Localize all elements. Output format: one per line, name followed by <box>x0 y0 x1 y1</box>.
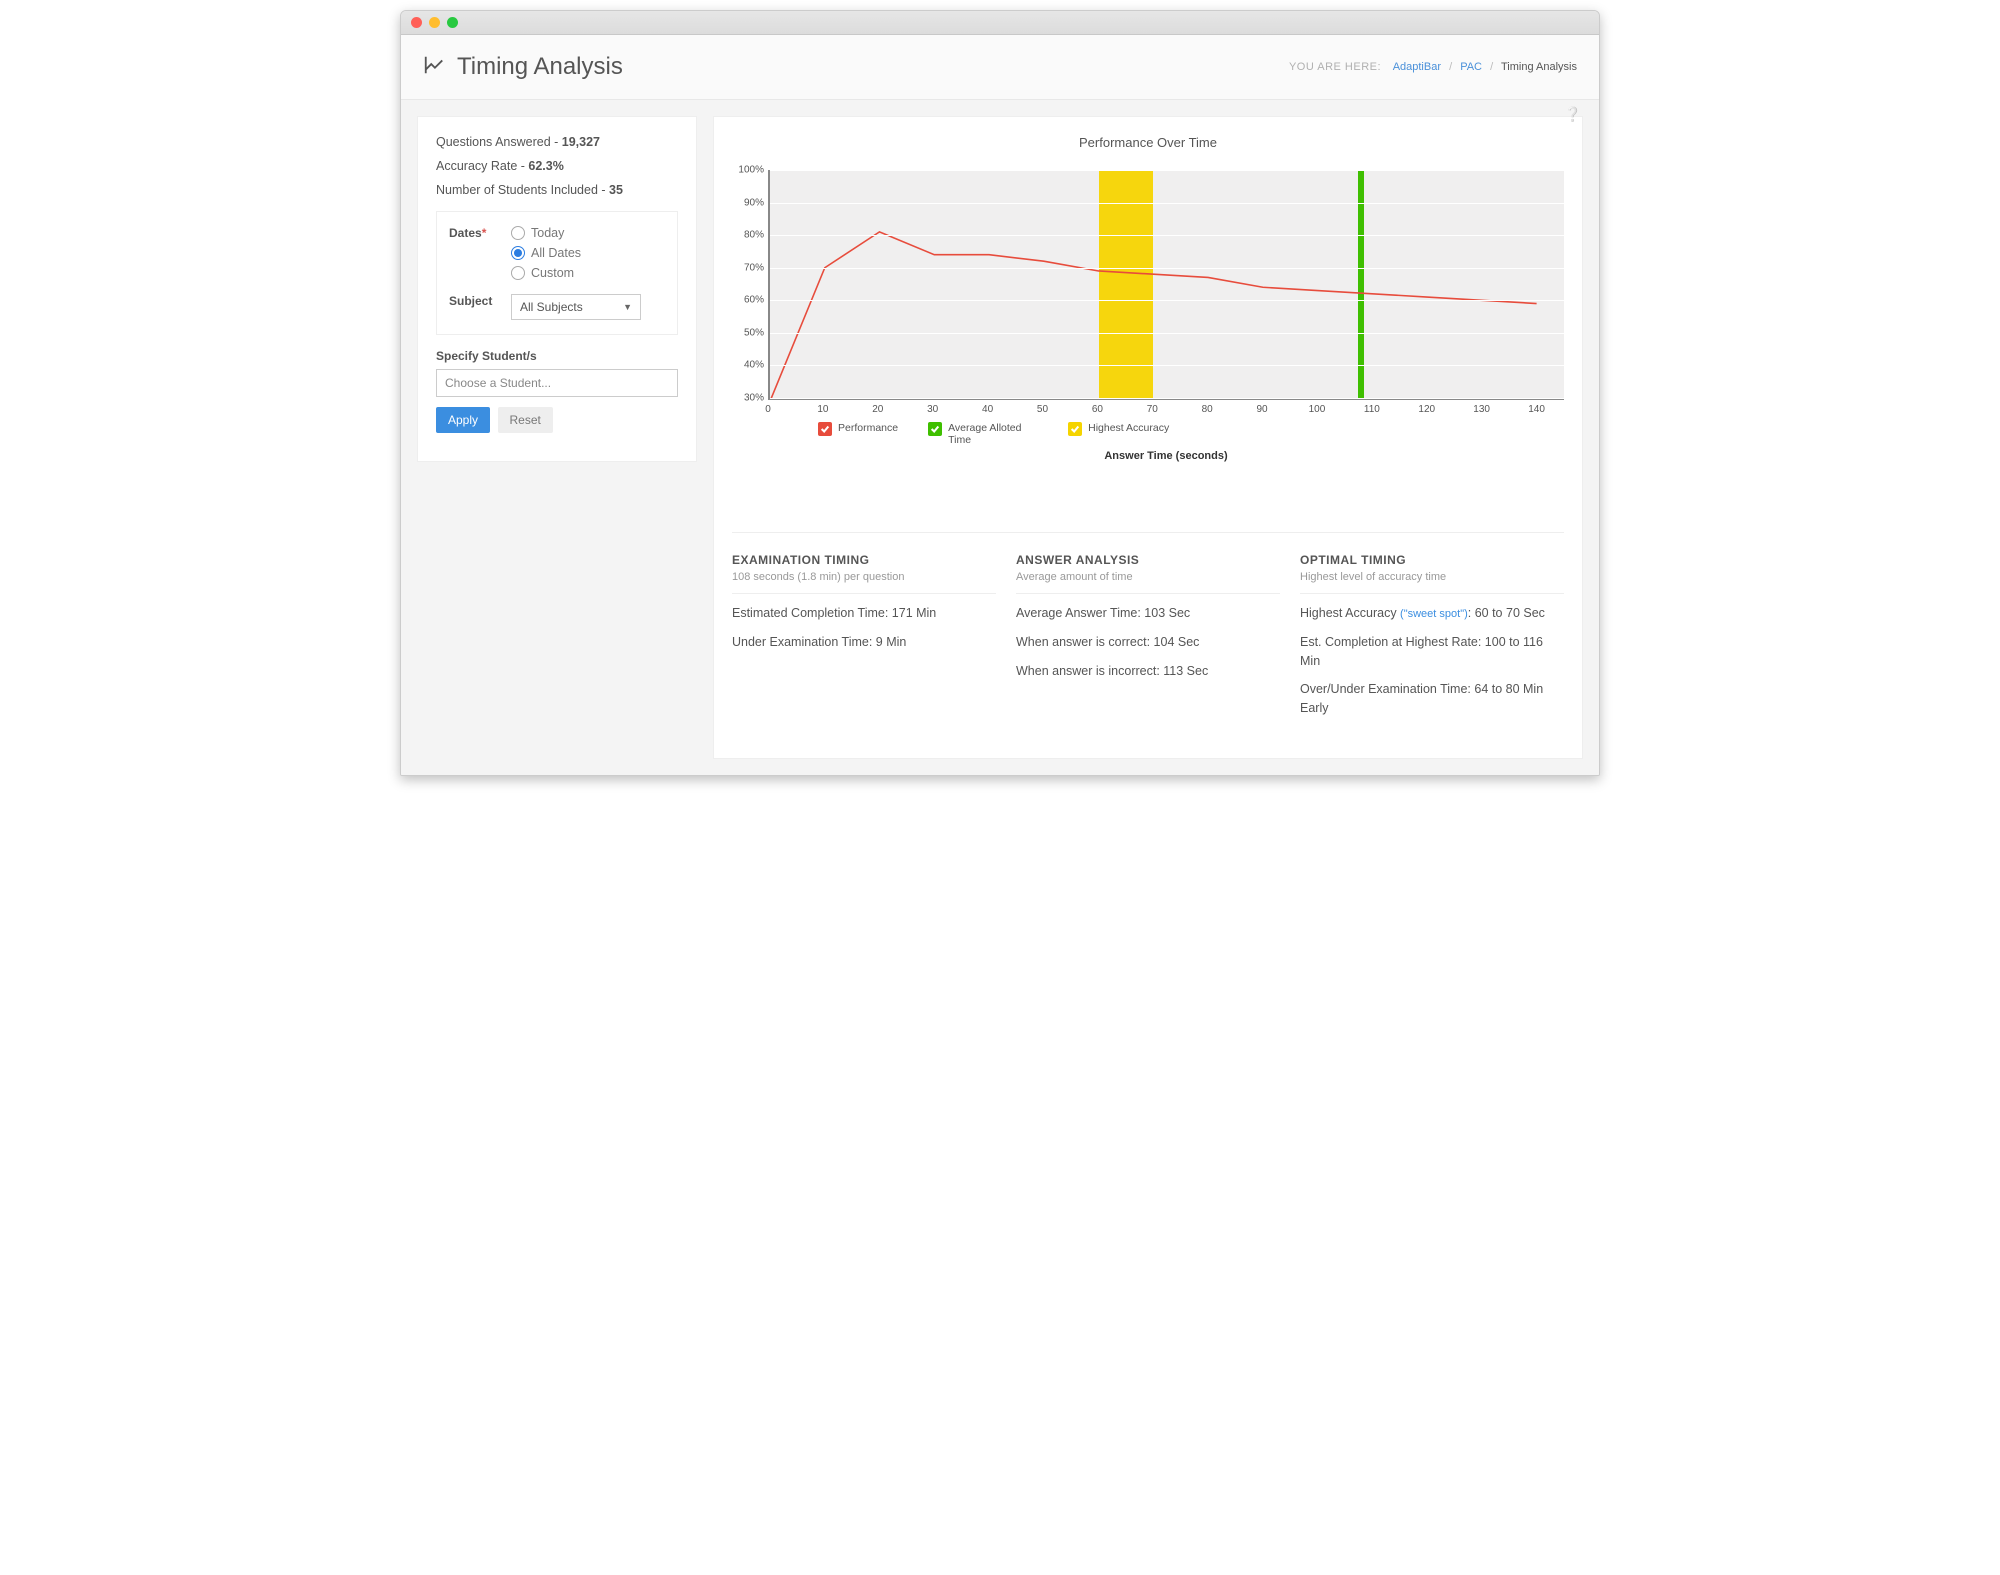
legend-highest-accuracy[interactable]: Highest Accuracy <box>1068 422 1169 436</box>
chart-line-icon <box>423 54 445 81</box>
filter-block: Dates* Today All Dates Cus <box>436 211 678 335</box>
summary-answer: ANSWER ANALYSIS Average amount of time A… <box>1016 553 1280 728</box>
subject-select[interactable]: All Subjects ▼ <box>511 294 641 320</box>
student-input[interactable]: Choose a Student... <box>436 369 678 397</box>
chart-title: Performance Over Time <box>732 135 1564 150</box>
reset-button[interactable]: Reset <box>498 407 553 433</box>
stat-students: Number of Students Included - 35 <box>436 183 678 197</box>
page-body: ❔ Questions Answered - 19,327 Accuracy R… <box>401 100 1599 775</box>
page-title: Timing Analysis <box>457 53 623 81</box>
stat-accuracy: Accuracy Rate - 62.3% <box>436 159 678 173</box>
chart: 30%40%50%60%70%80%90%100% 01020304050607… <box>732 170 1564 502</box>
subject-label: Subject <box>449 294 511 308</box>
legend-avg-time[interactable]: Average Alloted Time <box>928 422 1038 446</box>
breadcrumb: YOU ARE HERE: AdaptiBar / PAC / Timing A… <box>1289 61 1577 73</box>
window-titlebar <box>401 11 1599 35</box>
specify-students-label: Specify Student/s <box>436 349 678 363</box>
close-icon[interactable] <box>411 17 422 28</box>
stat-questions: Questions Answered - 19,327 <box>436 135 678 149</box>
sidebar: Questions Answered - 19,327 Accuracy Rat… <box>417 116 697 462</box>
legend-performance[interactable]: Performance <box>818 422 898 436</box>
minimize-icon[interactable] <box>429 17 440 28</box>
main-panel: Performance Over Time 30%40%50%60%70%80%… <box>713 116 1583 759</box>
summary-optimal: OPTIMAL TIMING Highest level of accuracy… <box>1300 553 1564 728</box>
dates-label: Dates* <box>449 226 511 240</box>
maximize-icon[interactable] <box>447 17 458 28</box>
breadcrumb-link-adaptibar[interactable]: AdaptiBar <box>1393 61 1441 73</box>
radio-today[interactable]: Today <box>511 226 581 240</box>
summary-exam: EXAMINATION TIMING 108 seconds (1.8 min)… <box>732 553 996 728</box>
breadcrumb-current: Timing Analysis <box>1501 61 1577 73</box>
chart-legend: Performance Average Alloted Time Highest… <box>818 422 1564 446</box>
page-header: Timing Analysis YOU ARE HERE: AdaptiBar … <box>401 35 1599 100</box>
window-frame: Timing Analysis YOU ARE HERE: AdaptiBar … <box>400 10 1600 776</box>
radio-custom[interactable]: Custom <box>511 266 581 280</box>
breadcrumb-link-pac[interactable]: PAC <box>1460 61 1482 73</box>
x-axis-label: Answer Time (seconds) <box>768 450 1564 462</box>
breadcrumb-label: YOU ARE HERE: <box>1289 61 1381 73</box>
radio-all-dates[interactable]: All Dates <box>511 246 581 260</box>
chevron-down-icon: ▼ <box>623 302 632 312</box>
help-icon[interactable]: ❔ <box>1564 106 1579 121</box>
summary: EXAMINATION TIMING 108 seconds (1.8 min)… <box>732 532 1564 728</box>
apply-button[interactable]: Apply <box>436 407 490 433</box>
sweet-spot-line: Highest Accuracy ("sweet spot"): 60 to 7… <box>1300 604 1564 623</box>
